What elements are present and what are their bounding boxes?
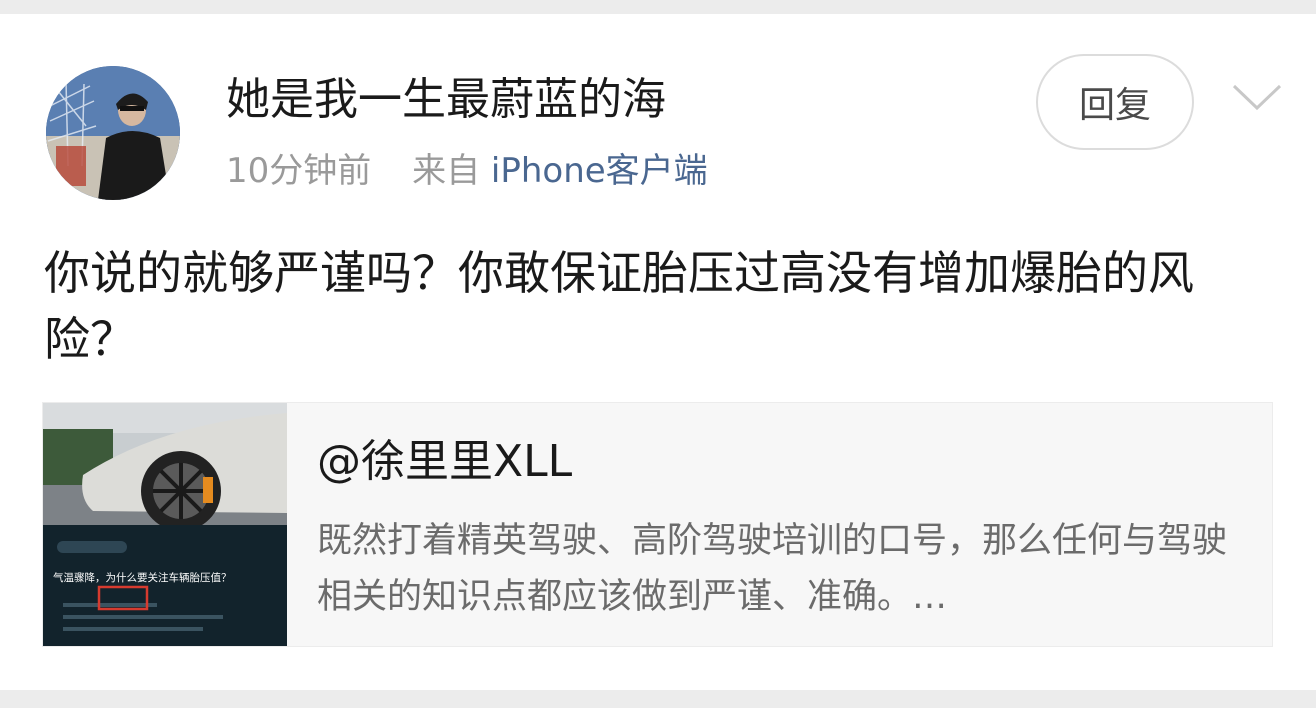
- thumbnail-caption: 气温骤降，为什么要关注车辆胎压值？: [53, 571, 232, 584]
- chevron-down-icon[interactable]: [1230, 80, 1284, 114]
- quoted-post-thumbnail: 气温骤降，为什么要关注车辆胎压值？: [43, 403, 287, 646]
- source-link[interactable]: iPhone客户端: [491, 151, 708, 191]
- avatar[interactable]: [46, 66, 180, 200]
- quoted-author[interactable]: @徐里里XLL: [317, 433, 572, 491]
- quoted-excerpt: 既然打着精英驾驶、高阶驾驶培训的口号，那么任何与驾驶相关的知识点都应该做到严谨、…: [317, 521, 1228, 617]
- reply-button[interactable]: 回复: [1036, 54, 1194, 150]
- avatar-image: [46, 66, 180, 200]
- source-prefix: 来自: [412, 151, 481, 191]
- post-time: 10分钟前: [226, 151, 372, 191]
- comment-card: 她是我一生最蔚蓝的海 10分钟前 来自 iPhone客户端 回复 你说的就够严谨…: [0, 14, 1316, 690]
- username[interactable]: 她是我一生最蔚蓝的海: [226, 72, 666, 128]
- comment-body: 你说的就够严谨吗？你敢保证胎压过高没有增加爆胎的风险？: [44, 246, 1194, 366]
- post-meta: 10分钟前 来自 iPhone客户端: [226, 148, 708, 194]
- quoted-post[interactable]: 气温骤降，为什么要关注车辆胎压值？ @徐里里XLL 既然打着精英驾驶、高阶驾驶培…: [42, 402, 1273, 647]
